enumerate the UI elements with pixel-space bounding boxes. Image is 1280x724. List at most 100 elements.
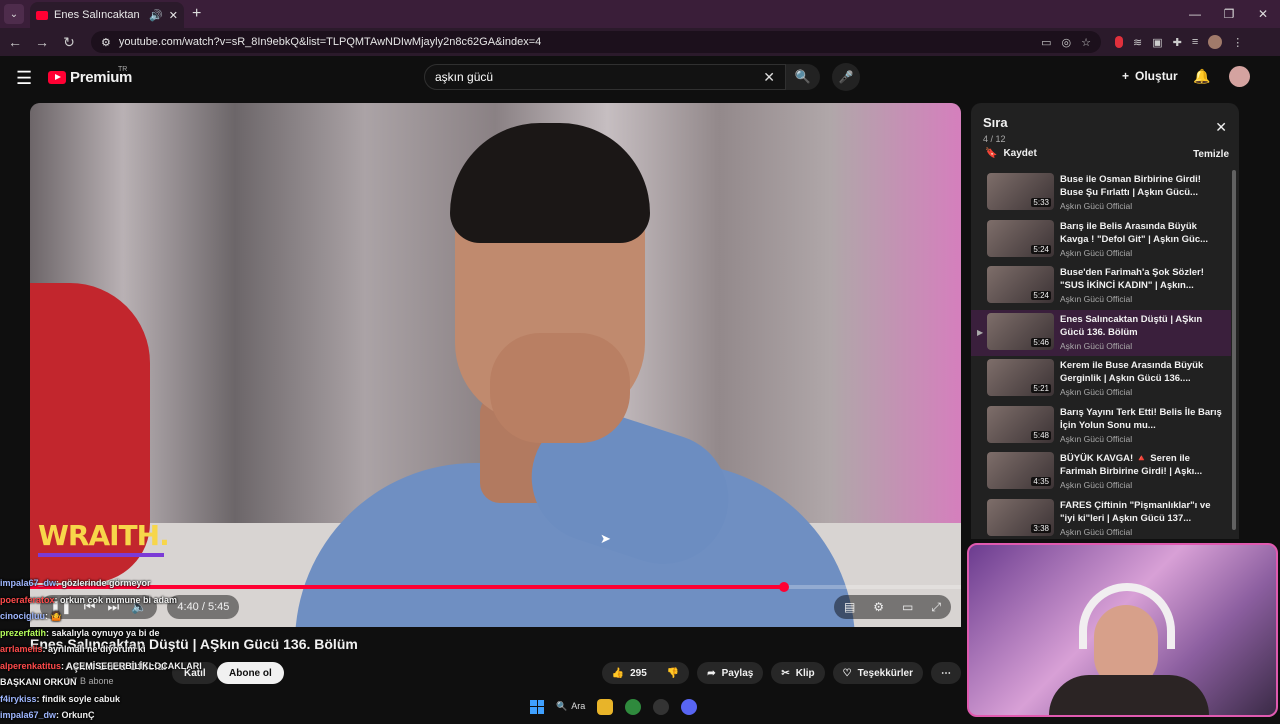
queue-item[interactable]: 5:48 Barış Yayını Terk Etti! Belis İle Ba… <box>971 403 1231 450</box>
extension-wave-icon[interactable]: ≋ <box>1133 36 1142 49</box>
clip-button[interactable]: ✂ Klip <box>771 662 825 684</box>
chat-username: impala67_dw <box>0 710 57 720</box>
queue-thumbnail[interactable]: 5:21 <box>987 359 1054 396</box>
queue-item[interactable]: 5:24 Buse'den Farimah'a Şok Sözler! "SUS … <box>971 263 1231 310</box>
queue-thumbnail[interactable]: 5:24 <box>987 266 1054 303</box>
queue-item-channel: Aşkın Gücü Official <box>1060 526 1133 537</box>
save-label: Kaydet <box>1003 148 1037 159</box>
tab-search-button[interactable]: ⌄ <box>4 4 24 24</box>
streamer-webcam <box>967 543 1278 717</box>
browser-toolbar: ← → ↻ ⚙ youtube.com/watch?v=sR_8In9ebkQ&… <box>0 28 1280 56</box>
queue-item[interactable]: 4:35 BÜYÜK KAVGA! 🔺 Seren ile Farimah Bir… <box>971 449 1231 496</box>
bookmark-icon: 🔖 <box>985 148 998 159</box>
save-queue-button[interactable]: 🔖 Kaydet <box>985 148 1037 159</box>
chat-message: poeraferatox: orkun cok numune bi adam <box>0 592 330 609</box>
extension-box-icon[interactable]: ▣ <box>1152 36 1162 49</box>
extension-red-icon[interactable] <box>1115 36 1123 48</box>
more-actions-button[interactable]: ⋯ <box>931 662 961 684</box>
thanks-button[interactable]: ♡ Teşekkürler <box>832 662 923 684</box>
queue-item[interactable]: 5:21 Kerem ile Buse Arasında Büyük Gergin… <box>971 356 1231 403</box>
thumbs-down-icon[interactable]: 👎 <box>667 668 679 679</box>
site-info-icon[interactable]: ⚙ <box>101 36 111 49</box>
region-code: TR <box>118 66 128 73</box>
share-button[interactable]: ➦ Paylaş <box>697 662 764 684</box>
search-input[interactable]: aşkın gücü <box>435 70 763 84</box>
account-avatar[interactable] <box>1229 66 1250 87</box>
queue-item-channel: Aşkın Gücü Official <box>1060 247 1133 258</box>
clear-queue-button[interactable]: Temizle <box>1193 149 1229 160</box>
queue-item-title[interactable]: Kerem ile Buse Arasında Büyük Gerginlik … <box>1060 359 1226 385</box>
notifications-bell-icon[interactable]: 🔔 <box>1193 68 1210 85</box>
queue-scrollbar[interactable] <box>1232 170 1236 530</box>
settings-icon[interactable]: ⚙ <box>873 600 884 614</box>
chat-message: cinocigluu: 🤷 <box>0 608 330 625</box>
chat-username: alperenkatitus <box>0 660 62 671</box>
minimize-icon[interactable]: — <box>1178 0 1212 28</box>
subtitles-icon[interactable]: ▤ <box>844 600 855 614</box>
speaker-icon[interactable]: 🔊 <box>149 9 163 22</box>
queue-thumbnail[interactable]: 5:24 <box>987 219 1054 257</box>
streamer-body <box>1049 675 1209 715</box>
menu-kebab-icon[interactable]: ⋮ <box>1232 36 1243 49</box>
puzzle-icon[interactable]: ✚ <box>1173 36 1182 49</box>
queue-duration: 5:24 <box>1031 244 1051 254</box>
browser-tab-active[interactable]: Enes Salıncaktan Düştü | AŞ 🔊 ✕ <box>30 2 184 28</box>
close-queue-icon[interactable]: ✕ <box>1215 119 1227 136</box>
discord-icon[interactable] <box>681 698 698 715</box>
queue-item-title[interactable]: Buse'den Farimah'a Şok Sözler! "SUS İKİN… <box>1060 266 1226 292</box>
queue-item-title[interactable]: Enes Salıncaktan Düştü | AŞkın Gücü 136.… <box>1060 313 1226 339</box>
search-box[interactable]: aşkın gücü ✕ <box>424 64 786 90</box>
create-button[interactable]: + Oluştur <box>1122 69 1178 83</box>
chat-text: : ACEMİSEFERBİLİKLOCAKLARI <box>61 660 202 671</box>
eye-off-icon[interactable]: ◎ <box>1062 36 1072 49</box>
file-explorer-icon[interactable] <box>597 698 614 715</box>
address-bar[interactable]: ⚙ youtube.com/watch?v=sR_8In9ebkQ&list=T… <box>91 31 1101 53</box>
clear-search-icon[interactable]: ✕ <box>763 69 775 86</box>
url-text[interactable]: youtube.com/watch?v=sR_8In9ebkQ&list=TLP… <box>119 36 1033 48</box>
queue-thumbnail[interactable]: 4:35 <box>987 452 1054 489</box>
queue-item-title[interactable]: Buse ile Osman Birbirine Girdi! Buse Şu … <box>1060 173 1226 199</box>
profile-avatar-icon[interactable] <box>1208 35 1223 49</box>
restore-icon[interactable]: ❐ <box>1212 0 1246 28</box>
fullscreen-icon[interactable]: ⤢ <box>931 600 941 615</box>
chat-message: arrlamelis: ayrılmalı ne diyorum ki <box>0 641 330 658</box>
hamburger-menu-icon[interactable]: ☰ <box>16 68 32 89</box>
windows-start-icon[interactable] <box>530 699 544 714</box>
windows-taskbar: 🔍 Ara <box>530 693 750 720</box>
forward-icon[interactable]: → <box>30 34 54 50</box>
tab-close-icon[interactable]: ✕ <box>169 9 178 22</box>
queue-item-channel: Aşkın Gücü Official <box>1060 340 1133 351</box>
taskbar-search-icon: 🔍 <box>556 701 568 711</box>
queue-item-title[interactable]: Barış Yayını Terk Etti! Belis İle Barış … <box>1060 406 1226 432</box>
queue-thumbnail[interactable]: 3:38 <box>987 498 1054 536</box>
queue-thumbnail[interactable]: 5:48 <box>987 405 1054 443</box>
cast-icon[interactable]: ▭ <box>1041 36 1051 49</box>
taskbar-search[interactable]: 🔍 Ara <box>556 701 585 712</box>
queue-item[interactable]: ▶ 5:46 Enes Salıncaktan Düştü | AŞkın Gücü… <box>971 309 1231 356</box>
reload-icon[interactable]: ↻ <box>57 34 81 51</box>
media-icon[interactable]: ≡ <box>1192 36 1198 48</box>
voice-search-button[interactable]: 🎤 <box>832 63 860 91</box>
video-player[interactable]: WRAITH. ➤ ❚❚ ⏮ ⏭ 🔈 4:40 / 5:45 ▤ ⚙ ▭ ⤢ <box>30 103 961 627</box>
heart-dollar-icon: ♡ <box>842 667 852 679</box>
new-tab-button[interactable]: + <box>192 5 201 23</box>
chrome-icon[interactable] <box>625 698 642 715</box>
queue-item-title[interactable]: Barış ile Belis Arasında Büyük Kavga ! "… <box>1060 220 1226 246</box>
queue-item-title[interactable]: FARES Çiftinin "Pişmanlıklar"ı ve "iyi k… <box>1060 499 1226 525</box>
queue-panel: Sıra 4 / 12 ✕ 🔖 Kaydet Temizle 5:33 Buse … <box>971 103 1239 539</box>
theater-mode-icon[interactable]: ▭ <box>902 600 913 614</box>
obs-icon[interactable] <box>653 698 670 715</box>
queue-thumbnail[interactable]: 5:33 <box>987 173 1054 210</box>
youtube-logo[interactable]: Premium TR <box>48 66 132 86</box>
queue-item-title[interactable]: BÜYÜK KAVGA! 🔺 Seren ile Farimah Birbiri… <box>1060 452 1226 478</box>
queue-thumbnail[interactable]: 5:46 <box>987 312 1054 350</box>
window-close-icon[interactable]: ✕ <box>1246 0 1280 28</box>
like-button[interactable]: 👍 295 👎 <box>601 662 690 684</box>
browser-tab-strip: ⌄ Enes Salıncaktan Düştü | AŞ 🔊 ✕ + — ❐ … <box>0 0 1280 28</box>
queue-item[interactable]: 5:24 Barış ile Belis Arasında Büyük Kavga… <box>971 217 1231 264</box>
queue-item[interactable]: 5:33 Buse ile Osman Birbirine Girdi! Buse… <box>971 170 1231 217</box>
search-button[interactable]: 🔍 <box>786 64 820 90</box>
bookmark-star-icon[interactable]: ☆ <box>1081 36 1091 49</box>
queue-item[interactable]: 3:38 FARES Çiftinin "Pişmanlıklar"ı ve "i… <box>971 496 1231 540</box>
back-icon[interactable]: ← <box>3 34 27 50</box>
